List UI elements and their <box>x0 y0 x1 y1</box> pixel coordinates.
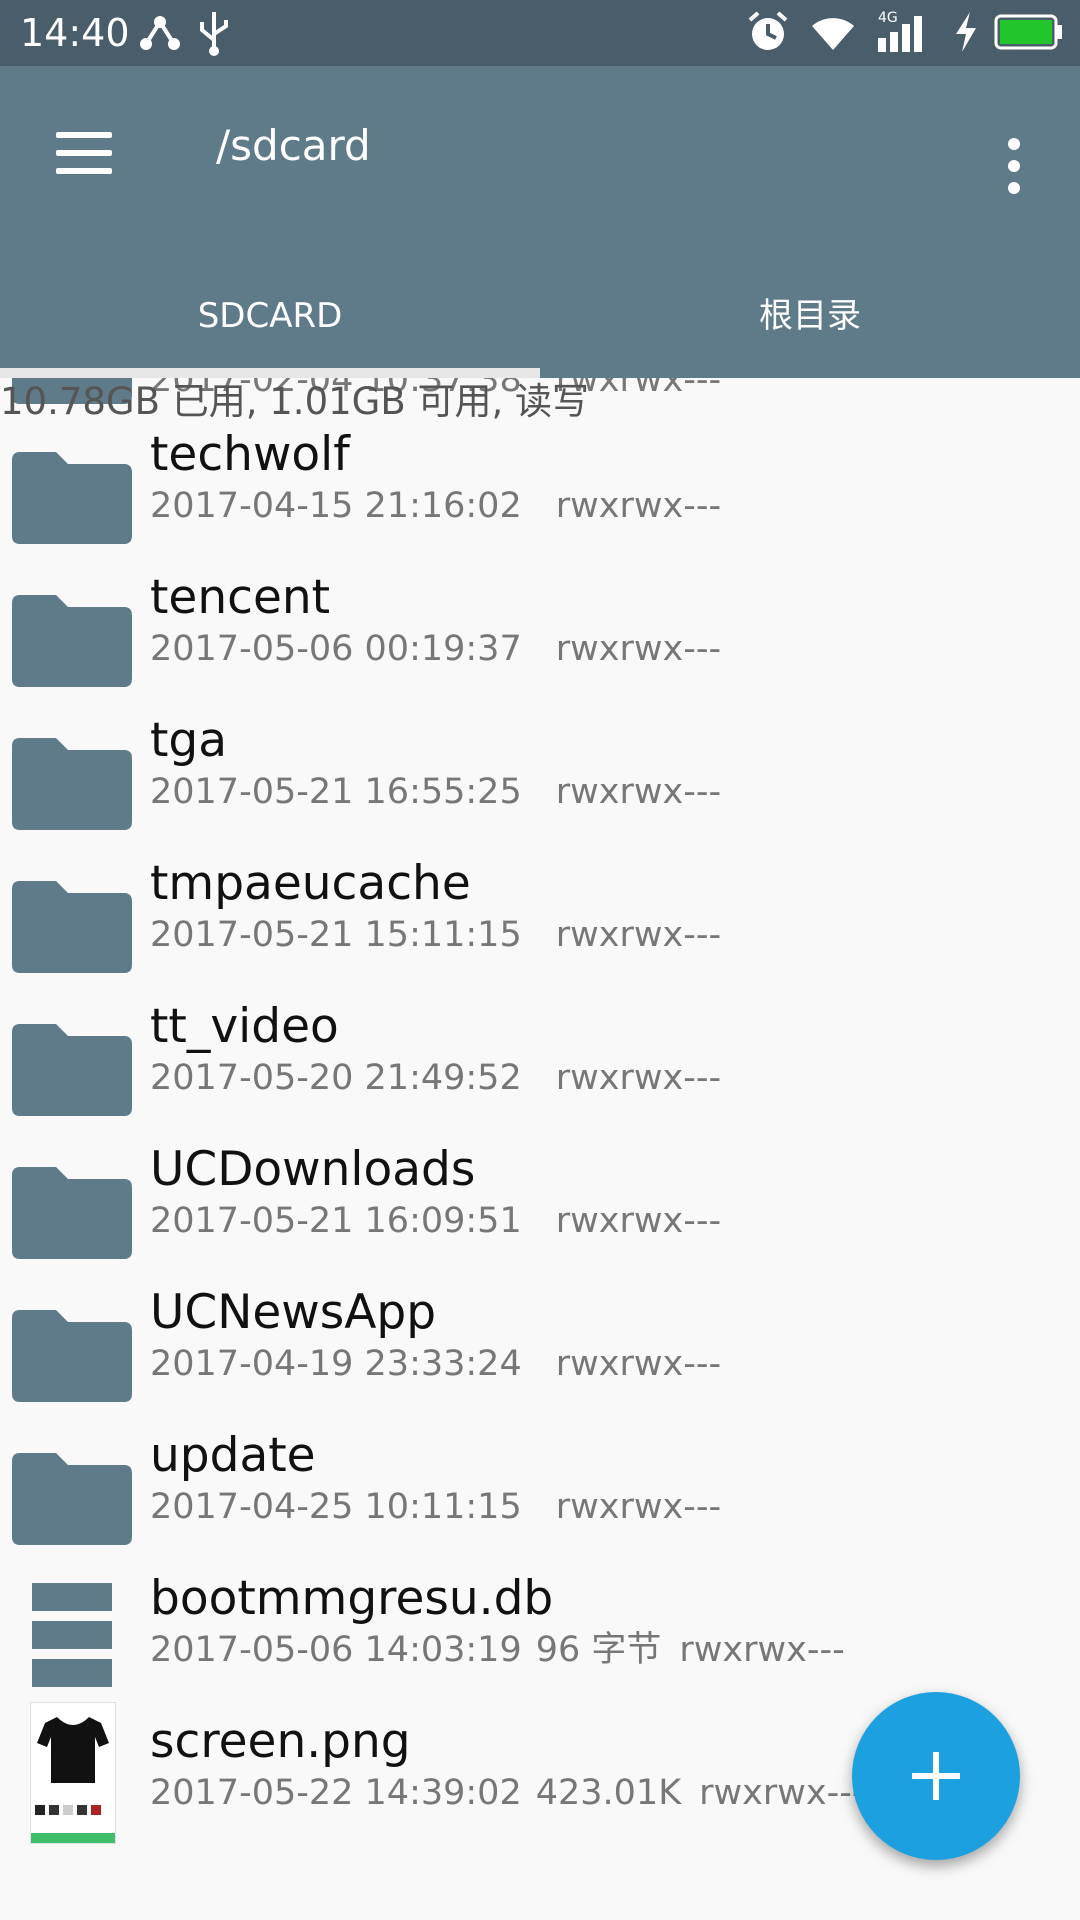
file-datetime: 2017-05-21 16:09:51 <box>150 1201 522 1241</box>
list-item[interactable]: tmpaeucache 2017-05-21 15:11:15 rwxrwx--- <box>0 844 1080 987</box>
file-meta: 2017-05-06 00:19:37 rwxrwx--- <box>150 627 721 671</box>
file-datetime: 2017-04-15 21:16:02 <box>150 486 522 526</box>
charging-icon <box>956 12 976 52</box>
storage-info: 10.78GB 已用, 1.01GB 可用, 读写 <box>0 380 589 423</box>
file-meta: 2017-05-20 21:49:52 rwxrwx--- <box>150 1056 721 1100</box>
more-vert-icon-dot <box>1008 182 1020 194</box>
file-permissions: rwxrwx--- <box>555 915 722 955</box>
file-name: screen.png <box>150 1714 411 1769</box>
folder-icon <box>12 881 132 973</box>
folder-icon <box>12 1453 132 1545</box>
file-datetime: 2017-05-06 14:03:19 <box>150 1630 522 1670</box>
tab-sdcard[interactable]: SDCARD <box>0 266 540 366</box>
file-name: tga <box>150 713 228 768</box>
usb-icon <box>200 12 228 56</box>
file-permissions: rwxrwx--- <box>555 1201 722 1241</box>
file-datetime: 2017-05-20 21:49:52 <box>150 1058 522 1098</box>
alarm-icon <box>748 11 788 50</box>
list-item[interactable]: update 2017-04-25 10:11:15 rwxrwx--- <box>0 1416 1080 1559</box>
folder-icon <box>12 452 132 544</box>
folder-icon <box>12 595 132 687</box>
image-thumbnail <box>30 1702 116 1844</box>
tab-root-directory[interactable]: 根目录 <box>540 266 1080 366</box>
share-icon <box>140 16 180 50</box>
file-permissions: rwxrwx--- <box>555 629 722 669</box>
file-datetime: 2017-05-21 16:55:25 <box>150 772 522 812</box>
file-permissions: rwxrwx--- <box>555 486 722 526</box>
menu-icon-bar <box>56 132 112 138</box>
file-permissions: rwxrwx--- <box>555 1487 722 1527</box>
more-vert-icon-dot <box>1008 160 1020 172</box>
list-item[interactable]: UCDownloads 2017-05-21 16:09:51 rwxrwx--- <box>0 1130 1080 1273</box>
database-icon-band <box>32 1583 112 1611</box>
status-bar: 14:40 4G <box>0 0 1080 66</box>
tshirt-icon <box>31 1717 115 1843</box>
folder-icon <box>12 1024 132 1116</box>
folder-icon <box>12 738 132 830</box>
file-meta: 2017-04-15 21:16:02 rwxrwx--- <box>150 484 721 528</box>
database-file-icon <box>32 1583 112 1689</box>
file-meta: 2017-05-22 14:39:02 423.01K rwxrwx--- <box>150 1771 865 1815</box>
file-name: tencent <box>150 570 331 625</box>
app-bar: /sdcard SDCARD 根目录 <box>0 66 1080 378</box>
file-datetime: 2017-05-22 14:39:02 <box>150 1773 522 1813</box>
file-meta: 2017-05-21 15:11:15 rwxrwx--- <box>150 913 721 957</box>
file-permissions: rwxrwx--- <box>699 1773 865 1813</box>
list-item[interactable]: tt_video 2017-05-20 21:49:52 rwxrwx--- <box>0 987 1080 1130</box>
file-name: bootmmgresu.db <box>150 1571 554 1626</box>
file-meta: 2017-04-19 23:33:24 rwxrwx--- <box>150 1342 721 1386</box>
overflow-menu-button[interactable] <box>984 120 1044 210</box>
file-name: techwolf <box>150 427 350 482</box>
file-name: update <box>150 1428 316 1483</box>
path-title: /sdcard <box>216 121 371 170</box>
file-name: tt_video <box>150 999 339 1054</box>
folder-icon <box>12 1167 132 1259</box>
list-item[interactable]: UCNewsApp 2017-04-19 23:33:24 rwxrwx--- <box>0 1273 1080 1416</box>
list-item[interactable]: tencent 2017-05-06 00:19:37 rwxrwx--- <box>0 558 1080 701</box>
file-list[interactable]: 2017-02-04 10:37:38 rwxrwx--- techwolf 20… <box>0 378 1080 1920</box>
folder-icon <box>12 1310 132 1402</box>
list-item[interactable]: tga 2017-05-21 16:55:25 rwxrwx--- <box>0 701 1080 844</box>
database-icon-band <box>32 1621 112 1649</box>
more-vert-icon-dot <box>1008 138 1020 150</box>
file-permissions: rwxrwx--- <box>555 772 722 812</box>
add-button[interactable] <box>852 1692 1020 1860</box>
list-item[interactable]: bootmmgresu.db 2017-05-06 14:03:19 96 字节 r… <box>0 1559 1080 1702</box>
file-permissions: rwxrwx--- <box>679 1630 845 1670</box>
file-meta: 2017-05-21 16:55:25 rwxrwx--- <box>150 770 721 814</box>
signal-icon <box>878 16 922 52</box>
wifi-icon <box>812 18 854 50</box>
menu-icon-bar <box>56 150 112 156</box>
status-time: 14:40 <box>20 11 130 55</box>
file-datetime: 2017-05-06 00:19:37 <box>150 629 522 669</box>
file-datetime: 2017-04-19 23:33:24 <box>150 1344 522 1384</box>
file-size: 423.01K <box>535 1773 682 1813</box>
file-size: 96 字节 <box>535 1630 662 1670</box>
file-name: tmpaeucache <box>150 856 471 911</box>
file-meta: 2017-05-06 14:03:19 96 字节 rwxrwx--- <box>150 1628 845 1672</box>
menu-icon-bar <box>56 168 112 174</box>
menu-button[interactable] <box>40 110 130 200</box>
file-meta: 2017-04-25 10:11:15 rwxrwx--- <box>150 1485 721 1529</box>
battery-icon <box>994 14 1062 50</box>
list-item[interactable]: techwolf 2017-04-15 21:16:02 rwxrwx--- <box>0 415 1080 558</box>
file-name: UCDownloads <box>150 1142 476 1197</box>
file-permissions: rwxrwx--- <box>555 1344 722 1384</box>
plus-icon <box>933 1752 939 1800</box>
file-name: UCNewsApp <box>150 1285 437 1340</box>
database-icon-band <box>32 1659 112 1687</box>
file-meta: 2017-05-21 16:09:51 rwxrwx--- <box>150 1199 721 1243</box>
file-datetime: 2017-05-21 15:11:15 <box>150 915 522 955</box>
file-datetime: 2017-04-25 10:11:15 <box>150 1487 522 1527</box>
file-permissions: rwxrwx--- <box>555 1058 722 1098</box>
